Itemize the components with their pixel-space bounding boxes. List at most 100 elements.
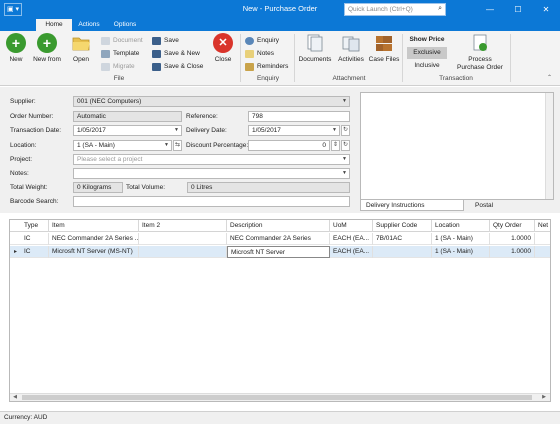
cell-qty-order[interactable]: 1.0000	[490, 233, 535, 245]
enquiry-button[interactable]: Enquiry	[245, 34, 279, 47]
new-label: New	[9, 56, 23, 63]
activities-label: Activities	[338, 56, 364, 63]
column-header-uom[interactable]: UoM	[330, 220, 373, 232]
notes-label: Notes:	[10, 170, 29, 177]
cell-location[interactable]: 1 (SA - Main)	[432, 233, 490, 245]
cell-item-2[interactable]	[139, 233, 227, 245]
documents-button[interactable]: Documents	[298, 33, 332, 64]
close-button[interactable]: ✕ Close	[211, 33, 235, 64]
migrate-button[interactable]: Migrate	[101, 60, 135, 73]
scrollbar-thumb[interactable]	[22, 395, 532, 400]
cell-uom[interactable]: EACH (EA...	[330, 246, 373, 258]
cell-supplier-code[interactable]	[373, 246, 432, 258]
supplier-field[interactable]: 001 (NEC Computers) ▼	[73, 96, 350, 107]
tab-options[interactable]: Options	[108, 19, 142, 31]
cell-type[interactable]: IC	[21, 246, 49, 258]
scroll-left-icon[interactable]: ◀	[11, 394, 19, 401]
refresh-discount-icon[interactable]: ↻	[341, 140, 350, 151]
group-separator	[294, 34, 295, 82]
project-field[interactable]: Please select a project ▼	[73, 154, 350, 165]
group-label-transaction: Transaction	[439, 75, 473, 82]
save-new-button[interactable]: Save & New	[152, 47, 200, 60]
cell-item[interactable]: NEC Commander 2A Series ...	[49, 233, 139, 245]
currency-status: Currency: AUD	[4, 414, 48, 421]
maximize-button[interactable]: ☐	[504, 0, 532, 19]
collapse-ribbon-icon[interactable]: ⌃	[547, 74, 552, 81]
scroll-right-icon[interactable]: ▶	[540, 394, 548, 401]
column-header-description[interactable]: Description	[227, 220, 330, 232]
reference-label: Reference:	[186, 113, 218, 120]
cell-qty-order[interactable]: 1.0000	[490, 246, 535, 258]
case-files-button[interactable]: Case Files	[368, 33, 400, 64]
minimize-button[interactable]: —	[476, 0, 504, 19]
inclusive-toggle[interactable]: Inclusive	[407, 60, 447, 72]
refresh-date-icon[interactable]: ↻	[341, 125, 350, 136]
bell-icon	[245, 63, 254, 71]
cell-net[interactable]	[535, 233, 550, 245]
reference-field[interactable]: 798	[248, 111, 350, 122]
column-header-net[interactable]: Net D	[535, 220, 550, 232]
location-field[interactable]: 1 (SA - Main) ▼	[73, 140, 172, 151]
cell-item-2[interactable]	[139, 246, 227, 258]
cell-type[interactable]: IC	[21, 233, 49, 245]
document-button[interactable]: Document	[101, 34, 143, 47]
process-purchase-order-button[interactable]: Process Purchase Order	[454, 33, 506, 72]
panel-scrollbar[interactable]	[545, 93, 553, 199]
save-close-button[interactable]: Save & Close	[152, 60, 203, 73]
new-button[interactable]: + New	[4, 33, 28, 64]
activities-button[interactable]: Activities	[336, 33, 366, 64]
plus-icon: +	[6, 33, 26, 53]
close-window-button[interactable]: ✕	[532, 0, 560, 19]
spin-icon[interactable]: ⇕	[331, 140, 340, 151]
tab-home[interactable]: Home	[36, 19, 72, 31]
column-header-type[interactable]: Type	[21, 220, 49, 232]
tab-postal[interactable]: Postal	[470, 200, 530, 211]
table-row-selected[interactable]: ▸ IC Microsft NT Server (MS-NT) Microsft…	[10, 246, 550, 258]
cell-supplier-code[interactable]: 7B/01AC	[373, 233, 432, 245]
barcode-search-label: Barcode Search:	[10, 198, 59, 205]
delivery-date-value: 1/05/2017	[252, 127, 281, 134]
exclusive-toggle[interactable]: Exclusive	[407, 47, 447, 59]
quick-launch-input[interactable]: Quick Launch (Ctrl+Q) ⌕	[344, 3, 446, 16]
group-label-enquiry: Enquiry	[256, 75, 280, 82]
document-label: Document	[113, 37, 143, 44]
column-header-item[interactable]: Item	[49, 220, 139, 232]
column-header-location[interactable]: Location	[432, 220, 490, 232]
line-items-grid: Type Item Item 2 Description UoM Supplie…	[9, 219, 551, 402]
column-header-item-2[interactable]: Item 2	[139, 220, 227, 232]
table-row[interactable]: IC NEC Commander 2A Series ... NEC Comma…	[10, 233, 550, 245]
notes-field[interactable]: ▼	[73, 168, 350, 179]
cell-location[interactable]: 1 (SA - Main)	[432, 246, 490, 258]
reminders-button[interactable]: Reminders	[245, 60, 288, 73]
save-button[interactable]: Save	[152, 34, 179, 47]
delivery-date-field[interactable]: 1/05/2017 ▼	[248, 125, 340, 136]
cell-description-editor[interactable]: Microsft NT Server	[227, 246, 330, 258]
delivery-instructions-panel[interactable]	[360, 92, 554, 200]
column-header-supplier-code[interactable]: Supplier Code	[373, 220, 432, 232]
open-label: Open	[73, 56, 89, 63]
cell-net[interactable]	[535, 246, 550, 258]
transaction-date-field[interactable]: 1/05/2017 ▼	[73, 125, 182, 136]
status-bar: Currency: AUD	[0, 411, 560, 424]
barcode-search-input[interactable]	[73, 196, 350, 207]
grid-horizontal-scrollbar[interactable]: ◀ ▶	[10, 393, 550, 401]
new-from-button[interactable]: + New from	[30, 33, 64, 64]
tab-delivery-instructions[interactable]: Delivery Instructions	[360, 200, 464, 211]
notes-button[interactable]: Notes	[245, 47, 274, 60]
group-separator	[510, 34, 511, 82]
supplier-label: Supplier:	[10, 98, 36, 105]
cell-description[interactable]: NEC Commander 2A Series	[227, 233, 330, 245]
discount-percentage-field[interactable]: 0	[248, 140, 330, 151]
open-button[interactable]: Open	[68, 33, 94, 64]
cell-uom[interactable]: EACH (EA...	[330, 233, 373, 245]
template-button[interactable]: Template	[101, 47, 139, 60]
location-lookup-icon[interactable]: ⇆	[173, 140, 182, 151]
cell-item[interactable]: Microsft NT Server (MS-NT)	[49, 246, 139, 258]
chevron-down-icon: ▼	[332, 127, 337, 133]
chevron-down-icon: ▼	[342, 98, 347, 104]
template-icon	[101, 50, 110, 58]
order-number-field[interactable]: Automatic	[73, 111, 182, 122]
magnifier-icon	[245, 37, 254, 45]
tab-actions[interactable]: Actions	[72, 19, 106, 31]
column-header-qty-order[interactable]: Qty Order	[490, 220, 535, 232]
